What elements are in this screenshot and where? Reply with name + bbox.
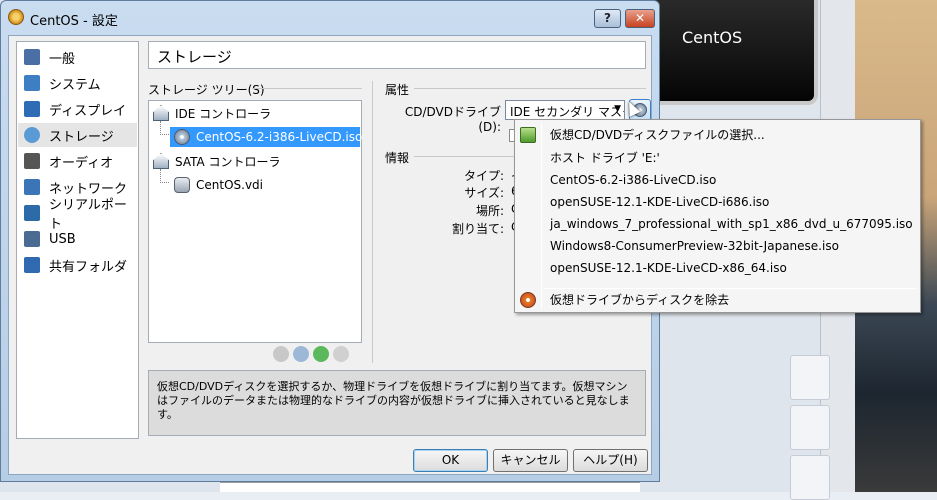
background-panel [790, 455, 830, 500]
menu-item-remove-disk[interactable]: 仮想ドライブからディスクを除去 [550, 289, 729, 311]
hard-disk-icon [174, 177, 190, 193]
description-panel: 仮想CD/DVDディスクを選択するか、物理ドライブを仮想ドライブに割り当てます。… [148, 370, 646, 436]
cancel-button[interactable]: キャンセル [493, 449, 568, 472]
help-button[interactable]: ? [594, 9, 621, 28]
system-chip-icon [24, 75, 40, 91]
cd-dvd-drive-value: IDE セカンダリ マスタ [510, 105, 625, 119]
menu-gutter [541, 122, 542, 310]
tree-item-ide-controller[interactable]: IDE コントローラ [153, 103, 271, 123]
sidebar-item-label: ディスプレイ [49, 103, 127, 119]
divider [414, 156, 514, 157]
tree-connector [160, 121, 169, 135]
serial-port-icon [24, 205, 40, 221]
divider [414, 88, 646, 89]
general-icon [24, 49, 40, 65]
divider [372, 81, 373, 363]
display-monitor-icon [24, 101, 40, 117]
storage-tree-label: ストレージ ツリー(S) [148, 83, 265, 97]
tree-item-label: CentOS-6.2-i386-LiveCD.iso [196, 130, 363, 144]
usb-icon [24, 231, 40, 247]
menu-item-host-drive[interactable]: ホスト ドライブ 'E:' [550, 147, 660, 169]
attributes-label: 属性 [385, 83, 410, 97]
gear-icon [8, 9, 24, 25]
ide-controller-icon [153, 105, 169, 121]
sidebar-item-label: USB [49, 231, 76, 247]
tree-item-centos-vdi[interactable]: CentOS.vdi [174, 175, 263, 195]
sidebar-item-system[interactable]: システム [18, 71, 137, 95]
menu-item-disk-image[interactable]: Windows8-ConsumerPreview-32bit-Japanese.… [550, 235, 839, 257]
storage-tree[interactable]: IDE コントローラ CentOS-6.2-i386-LiveCD.iso SA… [148, 100, 362, 343]
sidebar-item-label: システム [49, 77, 101, 93]
cd-dvd-drive-label: CD/DVDドライブ(D): [404, 105, 501, 134]
background-panel [790, 355, 830, 400]
sidebar-item-audio[interactable]: オーディオ [18, 149, 137, 173]
ok-button[interactable]: OK [413, 449, 488, 472]
background-content [220, 482, 640, 492]
menu-item-disk-image[interactable]: openSUSE-12.1-KDE-LiveCD-i686.iso [550, 191, 769, 213]
cd-dvd-drive-select[interactable]: IDE セカンダリ マスタ ▼ [505, 100, 625, 120]
info-type-label: タイプ: [463, 169, 504, 183]
sidebar-item-storage[interactable]: ストレージ [18, 123, 137, 147]
page-title: ストレージ [148, 41, 646, 69]
vm-preview: CentOS [640, 0, 818, 105]
tree-item-centos-iso[interactable]: CentOS-6.2-i386-LiveCD.iso [170, 127, 363, 147]
sidebar-item-usb[interactable]: USB [18, 227, 137, 251]
info-location-label: 場所: [475, 204, 504, 218]
optical-disc-icon [174, 129, 190, 145]
settings-sidebar: 一般 システム ディスプレイ ストレージ オーディオ ネットワーク シリアルポー… [16, 41, 139, 439]
menu-item-choose-file[interactable]: 仮想CD/DVDディスクファイルの選択... [550, 124, 765, 146]
add-attachment-icon[interactable] [273, 346, 289, 362]
sidebar-item-label: 共有フォルダ [49, 259, 128, 275]
info-size-label: サイズ: [464, 186, 504, 200]
network-icon [24, 179, 40, 195]
title-bar[interactable]: CentOS - 設定 ? ✕ [1, 1, 659, 35]
info-attached-label: 割り当て: [451, 222, 504, 236]
sidebar-item-label: ストレージ [49, 129, 114, 145]
shared-folder-icon [24, 257, 40, 273]
sata-controller-icon [153, 153, 169, 169]
eject-disc-icon [520, 292, 536, 308]
sidebar-item-label: オーディオ [49, 155, 114, 171]
add-controller-icon[interactable] [313, 346, 329, 362]
vm-preview-label: CentOS [682, 28, 743, 47]
sidebar-item-label: 一般 [49, 51, 76, 67]
info-label: 情報 [385, 151, 410, 165]
storage-disk-icon [24, 127, 40, 143]
sidebar-item-display[interactable]: ディスプレイ [18, 97, 137, 121]
disk-selection-menu: 仮想CD/DVDディスクファイルの選択... ホスト ドライブ 'E:' Cen… [514, 119, 921, 313]
tree-connector [160, 169, 169, 183]
close-button[interactable]: ✕ [625, 9, 655, 28]
tree-toolbar [273, 346, 349, 362]
audio-speaker-icon [24, 153, 40, 169]
menu-item-disk-image[interactable]: ja_windows_7_professional_with_sp1_x86_d… [550, 213, 913, 235]
tree-item-label: SATA コントローラ [175, 154, 281, 169]
tree-item-label: IDE コントローラ [175, 106, 272, 121]
folder-open-icon [520, 127, 536, 143]
tree-item-label: CentOS.vdi [196, 178, 264, 192]
chevron-down-icon: ▼ [614, 104, 621, 114]
window-title: CentOS - 設定 [30, 14, 118, 29]
menu-item-disk-image[interactable]: openSUSE-12.1-KDE-LiveCD-x86_64.iso [550, 257, 787, 279]
help-button-bottom[interactable]: ヘルプ(H) [573, 449, 648, 472]
background-panel [790, 405, 830, 450]
divider [252, 88, 362, 89]
sidebar-item-shared-folders[interactable]: 共有フォルダ [18, 253, 137, 277]
menu-item-disk-image[interactable]: CentOS-6.2-i386-LiveCD.iso [550, 169, 716, 191]
sidebar-item-serial-port[interactable]: シリアルポート [18, 198, 137, 232]
add-cd-icon[interactable] [293, 346, 309, 362]
tree-item-sata-controller[interactable]: SATA コントローラ [153, 151, 281, 171]
sidebar-item-general[interactable]: 一般 [18, 45, 137, 69]
remove-controller-icon[interactable] [333, 346, 349, 362]
